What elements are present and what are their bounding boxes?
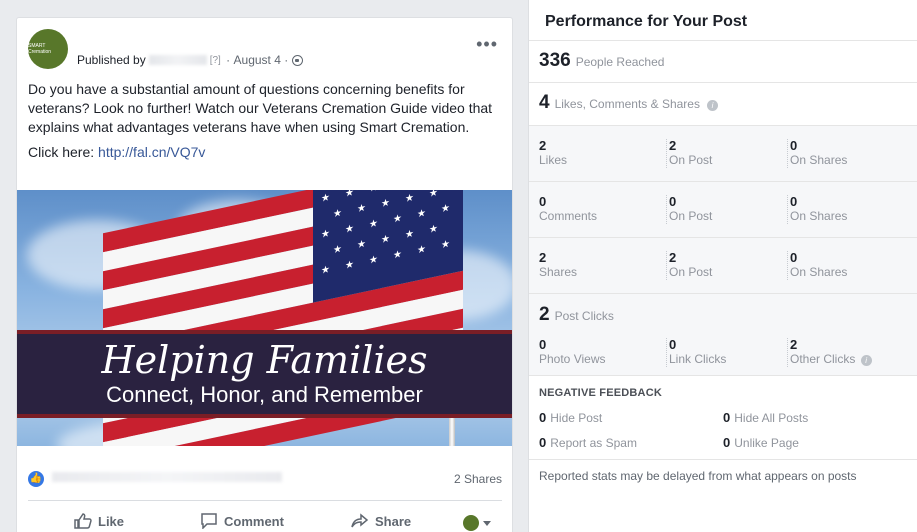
share-button[interactable]: Share [351, 513, 411, 529]
report-spam-metric: 0 Report as Spam [539, 435, 637, 450]
post-clicks-block: 2 Post Clicks 0 Photo Views 0 Link Clicks … [529, 293, 917, 375]
click-here-label: Click here: [28, 144, 95, 160]
comment-button[interactable]: Comment [200, 513, 284, 529]
stats-footnote: Reported stats may be delayed from what … [539, 469, 857, 483]
post-date[interactable]: · August 4 · [223, 53, 288, 67]
banner-title: Helping Families [101, 338, 428, 382]
hide-post-value: 0 [539, 410, 547, 425]
comments-on-shares: 0 [790, 194, 798, 209]
globe-icon[interactable] [292, 54, 304, 66]
engagement-label: Likes, Comments & Shares [554, 97, 700, 111]
on-post-label: On Post [669, 209, 713, 223]
on-shares-label: On Shares [790, 153, 848, 167]
people-reached: 336 People Reached [539, 50, 664, 72]
post-link[interactable]: http://fal.cn/VQ7v [98, 144, 205, 160]
like-button[interactable]: Like [74, 513, 124, 529]
post-clicks-label: Post Clicks [554, 309, 614, 323]
other-clicks-label: Other Clicks [790, 352, 856, 366]
like-label: Like [98, 513, 125, 529]
hide-post-metric: 0 Hide Post [539, 410, 602, 425]
shares-on-post: 2 [669, 250, 677, 265]
published-by-label: Published by [77, 53, 146, 67]
hide-all-posts-metric: 0 Hide All Posts [723, 410, 808, 425]
comments-label: Comments [539, 209, 598, 223]
link-clicks-value: 0 [669, 337, 677, 352]
engagement-total: 4 Likes, Comments & Shares i [539, 92, 718, 114]
publisher-line: Published by [?] · August 4 · [77, 53, 304, 67]
other-clicks-label-wrap: Other Clicks i [790, 352, 872, 367]
post-body: Do you have a substantial amount of ques… [28, 80, 500, 168]
engagement-value: 4 [539, 92, 550, 113]
publisher-name-blurred[interactable] [148, 55, 207, 65]
post-card: SMART Cremation Published by [?] · Augus… [16, 17, 513, 532]
post-date-text[interactable]: August 4 [234, 53, 281, 67]
avatar-logo-text: SMART Cremation [28, 43, 52, 55]
comments-row: 0 Comments 0 On Post 0 On Shares [529, 181, 917, 237]
thumbs-up-icon [74, 513, 92, 529]
info-icon[interactable]: i [860, 355, 872, 366]
likes-label: Likes [539, 153, 568, 167]
other-clicks-value: 2 [790, 337, 798, 352]
photo-views-label: Photo Views [539, 352, 606, 366]
hide-all-value: 0 [723, 410, 731, 425]
post-paragraph: Do you have a substantial amount of ques… [28, 81, 493, 135]
post-clicks: 2 Post Clicks [539, 304, 614, 326]
comment-label: Comment [224, 513, 284, 529]
shares-total: 2 [539, 250, 547, 265]
share-label: Share [375, 513, 412, 529]
negative-feedback-title: NEGATIVE FEEDBACK [539, 387, 662, 399]
hide-all-label: Hide All Posts [734, 411, 809, 425]
unlike-value: 0 [723, 435, 731, 450]
post-image[interactable]: ★★★★★★ ★★★★★ ★★★★★★ ★★★★★ ★★★★★★ Helping… [17, 190, 512, 446]
post-clicks-value: 2 [539, 304, 550, 325]
help-marker[interactable]: [?] [210, 55, 221, 66]
people-reached-value: 336 [539, 50, 571, 71]
reactions-row: 👍 2 Shares [28, 470, 502, 490]
unlike-label: Unlike Page [734, 436, 799, 450]
like-reaction-icon[interactable]: 👍 [28, 471, 44, 487]
likes-on-shares: 0 [790, 138, 798, 153]
likes-on-post: 2 [669, 138, 677, 153]
post-header: SMART Cremation Published by [?] · Augus… [28, 29, 498, 73]
comment-icon [201, 513, 217, 529]
spam-value: 0 [539, 435, 547, 450]
post-actions: Like Comment Share [28, 500, 502, 532]
shares-count[interactable]: 2 Shares [454, 472, 502, 486]
hide-post-label: Hide Post [550, 411, 603, 425]
likers-names-blurred[interactable] [48, 472, 282, 482]
more-options-icon[interactable]: ••• [476, 35, 498, 53]
shares-on-shares: 0 [790, 250, 798, 265]
on-post-label: On Post [669, 153, 713, 167]
likes-row: 2 Likes 2 On Post 0 On Shares [529, 125, 917, 181]
shares-row: 2 Shares 2 On Post 0 On Shares [529, 237, 917, 293]
post-as-selector[interactable] [463, 515, 491, 531]
on-shares-label: On Shares [790, 265, 848, 279]
banner-subtitle: Connect, Honor, and Remember [106, 382, 423, 407]
image-banner: Helping Families Connect, Honor, and Rem… [17, 330, 512, 418]
spam-label: Report as Spam [550, 436, 637, 450]
page-avatar[interactable]: SMART Cremation [28, 29, 68, 69]
post-link-line: Click here: http://fal.cn/VQ7v [28, 143, 500, 162]
page-mini-avatar [463, 515, 479, 531]
shares-label: Shares [539, 265, 578, 279]
share-icon [351, 513, 369, 528]
chevron-down-icon [483, 520, 491, 526]
panel-title: Performance for Your Post [545, 13, 748, 30]
on-post-label: On Post [669, 265, 713, 279]
unlike-page-metric: 0 Unlike Page [723, 435, 799, 450]
performance-panel: Performance for Your Post 336 People Rea… [528, 0, 917, 532]
comments-on-post: 0 [669, 194, 677, 209]
comments-total: 0 [539, 194, 547, 209]
photo-views-value: 0 [539, 337, 547, 352]
link-clicks-label: Link Clicks [669, 352, 727, 366]
info-icon[interactable]: i [706, 100, 718, 111]
likes-total: 2 [539, 138, 547, 153]
on-shares-label: On Shares [790, 209, 848, 223]
people-reached-label: People Reached [575, 55, 665, 69]
